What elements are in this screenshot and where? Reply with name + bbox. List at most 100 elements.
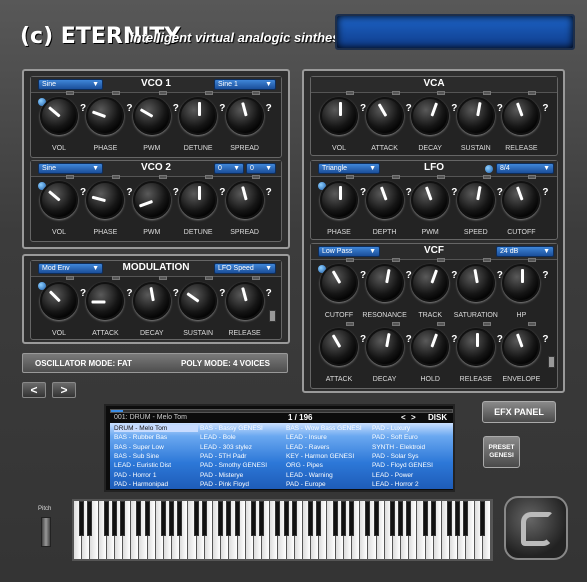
prev-preset-button[interactable]: < (22, 382, 46, 398)
black-key[interactable] (160, 501, 166, 536)
vcf-track-knob[interactable] (411, 264, 450, 302)
vca-release-help[interactable]: ? (542, 103, 548, 114)
modulation-vol-help[interactable]: ? (80, 288, 86, 299)
vco1-phase-help[interactable]: ? (126, 103, 132, 114)
vcf2-attack-knob[interactable] (320, 328, 358, 366)
vcf-hp-help[interactable]: ? (542, 270, 548, 281)
preset-item[interactable]: BAS - Super Low (114, 444, 198, 451)
black-key[interactable] (373, 501, 379, 536)
preset-item[interactable]: BAS - Wow Bass GENESI (286, 425, 370, 432)
vcf2-envelope-help[interactable]: ? (542, 334, 548, 345)
preset-item[interactable]: LEAD - Warning (286, 472, 370, 479)
preset-item[interactable]: LEAD - Ravers (286, 444, 370, 451)
preset-item[interactable]: PAD - Harmonipad (114, 481, 198, 488)
preset-item[interactable]: PAD - Solar Sys (372, 453, 456, 460)
preset-item[interactable]: PAD - Soft Euro (372, 434, 456, 441)
black-key[interactable] (177, 501, 183, 536)
vco2-vol-help[interactable]: ? (80, 187, 86, 198)
preset-item[interactable]: BAS - Rubber Bas (114, 434, 198, 441)
black-key[interactable] (398, 501, 404, 536)
lfo-phase-knob[interactable] (320, 181, 358, 219)
vco1-vol-help[interactable]: ? (80, 103, 86, 114)
preset-item[interactable]: PAD - Misterye (200, 472, 284, 479)
vcf2-decay-knob[interactable] (365, 328, 404, 366)
black-key[interactable] (430, 501, 436, 536)
black-key[interactable] (455, 501, 461, 536)
preset-item[interactable]: LEAD - Bole (200, 434, 284, 441)
black-key[interactable] (87, 501, 93, 536)
lfo-cutoff-help[interactable]: ? (542, 187, 548, 198)
vcf2-release-knob[interactable] (456, 328, 495, 366)
vcf-envelope-switch[interactable] (548, 356, 555, 368)
vco2-semitone-select[interactable]: 0 ▼ (246, 163, 276, 174)
vca-attack-knob[interactable] (365, 97, 404, 135)
modulation-source-select[interactable]: Mod Env ▼ (38, 263, 103, 274)
preset-item[interactable]: KEY - Harmon GENESI (286, 453, 370, 460)
vco2-spread-help[interactable]: ? (266, 187, 272, 198)
preset-item[interactable]: DRUM - Melo Tom (114, 425, 198, 432)
vco1-detune-help[interactable]: ? (219, 103, 225, 114)
black-key[interactable] (365, 501, 371, 536)
black-key[interactable] (291, 501, 297, 536)
vco2-wave-select[interactable]: Sine ▼ (38, 163, 103, 174)
vco2-spread-knob[interactable] (225, 181, 264, 219)
black-key[interactable] (406, 501, 412, 536)
black-key[interactable] (316, 501, 322, 536)
browser-prev-page[interactable]: < (401, 413, 406, 422)
black-key[interactable] (201, 501, 207, 536)
black-key[interactable] (111, 501, 117, 536)
modulation-release-switch[interactable] (269, 310, 276, 322)
vco2-vol-knob[interactable] (40, 181, 78, 219)
vcf-cutoff-knob[interactable] (320, 264, 358, 302)
lfo-speed-knob[interactable] (456, 181, 495, 219)
oscillator-mode-label[interactable]: OSCILLATOR MODE: FAT (35, 359, 132, 368)
black-key[interactable] (389, 501, 395, 536)
preset-item[interactable]: LEAD - 303 stylez (200, 444, 284, 451)
black-key[interactable] (218, 501, 224, 536)
vco2-octave-select[interactable]: 0 ▼ (214, 163, 244, 174)
black-key[interactable] (283, 501, 289, 536)
preset-item[interactable]: PAD - Pink Floyd (200, 481, 284, 488)
black-key[interactable] (308, 501, 314, 536)
black-key[interactable] (144, 501, 150, 536)
preset-item[interactable]: PAD - Europe (286, 481, 370, 488)
lfo-rate-select[interactable]: 8/4 ▼ (496, 163, 554, 174)
preset-item[interactable]: PAD - Smothy GENESI (200, 462, 284, 469)
vcf-type-select[interactable]: Low Pass ▼ (318, 246, 380, 257)
black-key[interactable] (226, 501, 232, 536)
vco1-spread-help[interactable]: ? (266, 103, 272, 114)
vco1-wave-select[interactable]: Sine ▼ (38, 79, 103, 90)
vco2-pwm-help[interactable]: ? (173, 187, 179, 198)
browser-next-page[interactable]: > (411, 413, 416, 422)
preset-item[interactable]: LEAD - Euristic Dist (114, 462, 198, 469)
black-key[interactable] (332, 501, 338, 536)
vcf-resonance-knob[interactable] (365, 264, 404, 302)
preset-item[interactable]: PAD - 5TH Padr (200, 453, 284, 460)
modulation-target-select[interactable]: LFO Speed ▼ (214, 263, 276, 274)
vcf2-hold-knob[interactable] (411, 328, 450, 366)
poly-mode-label[interactable]: POLY MODE: 4 VOICES (181, 359, 270, 368)
preset-item[interactable]: BAS - Bassy GENESI (200, 425, 284, 432)
modulation-release-knob[interactable] (225, 282, 264, 320)
preset-item[interactable]: LEAD - Power (372, 472, 456, 479)
lfo-sync-led[interactable] (485, 165, 493, 173)
black-key[interactable] (340, 501, 346, 536)
black-key[interactable] (479, 501, 485, 536)
black-key[interactable] (447, 501, 453, 536)
preset-genesi-button[interactable]: PRESET GENESI (483, 436, 520, 468)
black-key[interactable] (259, 501, 265, 536)
black-key[interactable] (169, 501, 175, 536)
modulation-decay-help[interactable]: ? (173, 288, 179, 299)
vco1-pwm-knob[interactable] (132, 97, 171, 135)
vco1-spread-knob[interactable] (225, 97, 264, 135)
lfo-depth-knob[interactable] (365, 181, 404, 219)
vco2-pwm-knob[interactable] (132, 181, 171, 219)
vco1-vol-knob[interactable] (40, 97, 78, 135)
preset-item[interactable]: BAS - Sub Sine (114, 453, 198, 460)
preset-item[interactable]: PAD - Floyd GENESI (372, 462, 456, 469)
lfo-pwm-knob[interactable] (411, 181, 450, 219)
pitch-wheel[interactable] (41, 517, 51, 547)
black-key[interactable] (120, 501, 126, 536)
preset-item[interactable]: PAD - Luxury (372, 425, 456, 432)
preset-item[interactable]: LEAD - Horror 2 (372, 481, 456, 488)
